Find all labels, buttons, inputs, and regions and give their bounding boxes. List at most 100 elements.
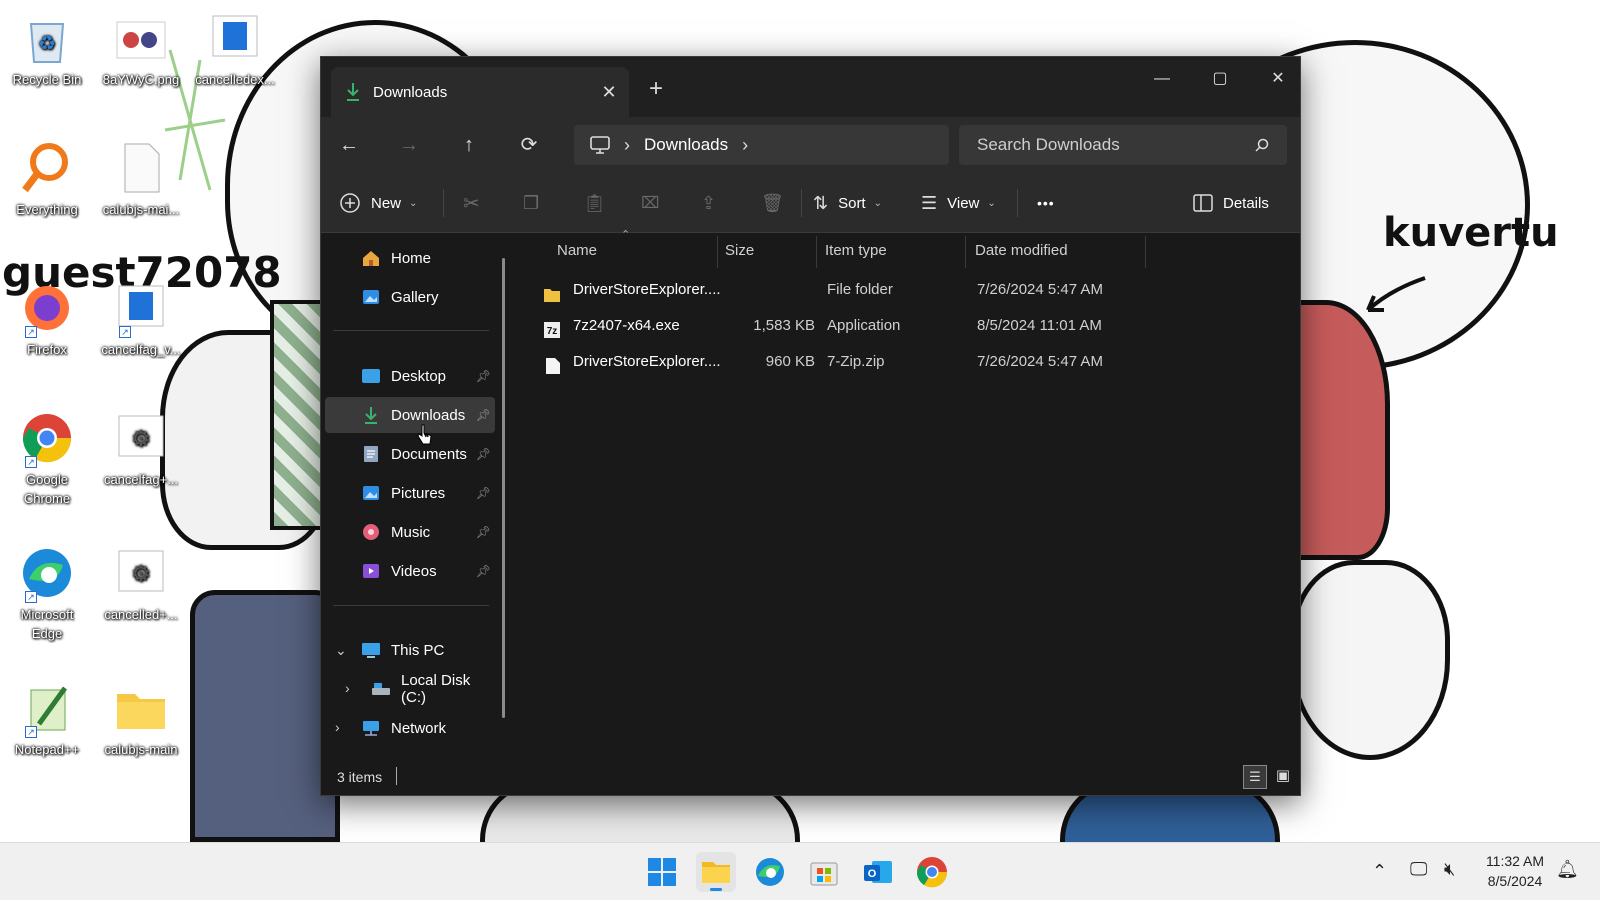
file-row[interactable]: DriverStoreExplorer.... 960 KB 7-Zip.zip… <box>537 344 1117 380</box>
desktop-icon-firefox[interactable]: ↗ Firefox <box>2 280 92 359</box>
microsoft-store-icon[interactable] <box>804 852 844 892</box>
monitor-icon <box>590 136 610 154</box>
delete-icon[interactable]: 🗑︎ <box>761 187 784 219</box>
search-input[interactable]: Search Downloads <box>977 135 1120 155</box>
column-divider[interactable] <box>816 236 817 268</box>
sidebar-item-network[interactable]: Network <box>325 710 495 746</box>
sidebar-item-downloads[interactable]: Downloads 📌︎ <box>325 397 495 433</box>
desktop-icon-notepad-plus-plus[interactable]: ↗ Notepad++ <box>2 680 92 759</box>
volume-muted-icon[interactable]: 🔇︎ <box>1444 859 1455 900</box>
sidebar-item-videos[interactable]: Videos 📌︎ <box>325 553 495 589</box>
chrome-taskbar-icon[interactable] <box>912 852 952 892</box>
wallpaper-jeans <box>190 590 340 842</box>
sidebar-item-home[interactable]: Home <box>325 240 495 276</box>
column-header-date[interactable]: Date modified <box>975 236 1068 266</box>
desktop-icon-google-chrome[interactable]: ↗ Google Chrome <box>2 410 92 508</box>
column-divider[interactable] <box>1145 236 1146 268</box>
clock[interactable]: 11:32 AM 8/5/2024 <box>1478 851 1552 900</box>
pin-icon[interactable]: 📌︎ <box>476 486 491 500</box>
details-view-icon[interactable]: ☰ <box>1243 765 1267 789</box>
edge-taskbar-icon[interactable] <box>750 852 790 892</box>
sidebar-item-pictures[interactable]: Pictures 📌︎ <box>325 475 495 511</box>
desktop-icon-cancelfag-v[interactable]: ↗ cancelfag_v... <box>96 280 186 359</box>
desktop-icon-calubjs-main-folder[interactable]: calubjs-main <box>96 680 186 759</box>
desktop-icon-cancelled-plus[interactable]: ⚙ cancelled+... <box>96 545 186 624</box>
status-bar: 3 items ☰ ▣ <box>321 759 1300 795</box>
pin-icon[interactable]: 📌︎ <box>476 447 491 461</box>
sidebar-item-music[interactable]: Music 📌︎ <box>325 514 495 550</box>
close-window-icon[interactable]: ✕ <box>1249 63 1307 95</box>
new-tab-button[interactable]: + <box>641 75 671 103</box>
sidebar-item-local-disk[interactable]: Local Disk (C:) <box>325 671 495 707</box>
windows-start-icon[interactable] <box>642 852 682 892</box>
desktop-icon-label: cancelled+... <box>104 607 178 622</box>
column-divider[interactable] <box>717 236 718 268</box>
file-date: 8/5/2024 11:01 AM <box>977 317 1102 334</box>
refresh-icon[interactable]: ⟳ <box>511 129 547 161</box>
paste-icon[interactable]: 📋︎ <box>583 187 606 219</box>
more-options-icon[interactable]: ••• <box>1037 187 1055 219</box>
column-header-type[interactable]: Item type <box>825 236 887 266</box>
desktop-icon-label: Everything <box>16 202 78 217</box>
sidebar-divider <box>333 330 489 331</box>
column-divider[interactable] <box>965 236 966 268</box>
sidebar-item-desktop[interactable]: Desktop 📌︎ <box>325 358 495 394</box>
sidebar-item-label: Documents <box>391 445 467 463</box>
sort-button[interactable]: ⇅ Sort ⌄ <box>813 187 882 219</box>
file-date: 7/26/2024 5:47 AM <box>977 353 1103 370</box>
column-header-name[interactable]: Name <box>557 236 597 266</box>
sort-icon: ⇅ <box>813 192 829 213</box>
desktop-icon-calubjs-main-file[interactable]: calubjs-mai... <box>96 140 186 219</box>
gallery-icon <box>361 287 381 307</box>
forward-arrow-icon[interactable]: → <box>391 129 427 161</box>
breadcrumb-downloads[interactable]: Downloads <box>644 135 728 155</box>
address-bar[interactable]: › Downloads › <box>574 125 949 165</box>
details-pane-button[interactable]: Details <box>1193 187 1269 219</box>
file-row[interactable]: 7z 7z2407-x64.exe 1,583 KB Application 8… <box>537 308 1117 344</box>
up-arrow-icon[interactable]: ↑ <box>451 129 487 161</box>
tab-downloads[interactable]: Downloads ✕ <box>331 67 629 117</box>
svg-text:⚙: ⚙ <box>131 561 151 586</box>
desktop-icon-recycle-bin[interactable]: ♻ Recycle Bin <box>2 10 92 89</box>
desktop-icon-cancelfag-plus[interactable]: ⚙ cancelfag+... <box>96 410 186 489</box>
desktop-icon-everything[interactable]: Everything <box>2 140 92 219</box>
notification-bell-icon[interactable]: 🔔︎ <box>1556 859 1579 900</box>
desktop-icon-cancelledex[interactable]: cancelledex... <box>190 10 280 89</box>
view-button-label: View <box>947 194 980 212</box>
sidebar-item-gallery[interactable]: Gallery <box>325 279 495 315</box>
search-box[interactable]: Search Downloads <box>959 125 1287 165</box>
column-header-size[interactable]: Size <box>725 236 754 266</box>
item-count: 3 items <box>337 769 383 785</box>
file-explorer-taskbar-icon[interactable] <box>696 852 736 892</box>
large-icons-view-icon[interactable]: ▣ <box>1271 765 1295 789</box>
cut-icon[interactable]: ✂ <box>463 187 480 219</box>
new-button[interactable]: New ⌄ <box>339 187 417 219</box>
minimize-icon[interactable]: — <box>1133 63 1191 95</box>
svg-text:⚙: ⚙ <box>131 426 151 451</box>
share-icon[interactable]: ⇪ <box>701 187 716 219</box>
pin-icon[interactable]: 📌︎ <box>476 369 491 383</box>
pin-icon[interactable]: 📌︎ <box>476 564 491 578</box>
rename-icon[interactable]: ⌧ <box>641 187 659 219</box>
copy-icon[interactable]: ❐ <box>523 187 539 219</box>
tab-close-icon[interactable]: ✕ <box>589 82 629 103</box>
navigation-pane: Home Gallery Desktop 📌︎ Downloads 📌︎ Doc… <box>321 234 509 759</box>
chevron-right-icon[interactable]: › <box>742 135 748 156</box>
clock-time: 11:32 AM <box>1485 853 1545 869</box>
pin-icon[interactable]: 📌︎ <box>476 408 491 422</box>
network-status-icon[interactable]: 🖵︎ <box>1410 859 1427 900</box>
show-hidden-icons-chevron-icon[interactable]: ⌃ <box>1372 861 1387 900</box>
sidebar-item-documents[interactable]: Documents 📌︎ <box>325 436 495 472</box>
desktop-icon-label: 8aYWyC.png <box>102 72 180 87</box>
maximize-icon[interactable]: ▢ <box>1191 63 1249 95</box>
sidebar-scrollbar[interactable] <box>502 258 505 718</box>
file-row[interactable]: DriverStoreExplorer.... File folder 7/26… <box>537 272 1117 308</box>
pin-icon[interactable]: 📌︎ <box>476 525 491 539</box>
sidebar-item-this-pc[interactable]: This PC <box>325 632 495 668</box>
desktop-icon-label: Google Chrome <box>23 472 71 506</box>
desktop-icon-microsoft-edge[interactable]: ↗ Microsoft Edge <box>2 545 92 643</box>
desktop-icon-image-file[interactable]: 8aYWyC.png <box>96 10 186 89</box>
back-arrow-icon[interactable]: ← <box>331 129 367 161</box>
outlook-icon[interactable]: O <box>858 852 898 892</box>
view-button[interactable]: ☰ View ⌄ <box>921 187 996 219</box>
